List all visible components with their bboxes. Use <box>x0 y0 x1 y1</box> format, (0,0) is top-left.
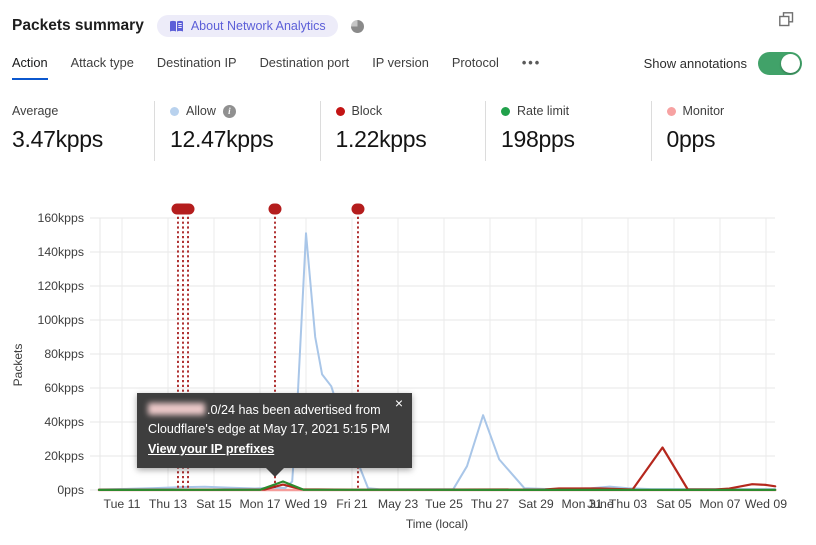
chart-canvas[interactable]: 160kpps 140kpps 120kpps 100kpps 80kpps 60kpps… <box>0 190 816 545</box>
y-axis-title: Packets <box>11 344 25 387</box>
tooltip-text-line2: Cloudflare's edge at May 17, 2021 5:15 P… <box>148 422 390 436</box>
about-link-label: About Network Analytics <box>190 19 326 33</box>
stat-value: 198pps <box>501 126 575 152</box>
x-tick-label: Sat 05 <box>656 497 692 511</box>
stat-label: Block <box>351 104 383 118</box>
x-month-label: June <box>587 497 614 511</box>
stat-value: 1.22kpps <box>335 126 427 152</box>
y-tick-label: 100kpps <box>38 313 85 327</box>
stat-value: 0pps <box>666 126 716 152</box>
legend-dot <box>170 106 180 116</box>
x-tick-label: Tue 25 <box>425 497 463 511</box>
tab-destination-ip[interactable]: Destination IP <box>157 55 237 78</box>
show-annotations-toggle[interactable] <box>758 52 802 75</box>
tabs-more-button[interactable]: ••• <box>522 55 541 78</box>
x-tick-label: Wed 09 <box>745 497 787 511</box>
x-tick-label: Thu 03 <box>609 497 647 511</box>
stat-label: Average <box>12 104 59 118</box>
book-icon <box>169 20 183 31</box>
x-tick-label: Thu 13 <box>149 497 187 511</box>
tab-destination-port[interactable]: Destination port <box>260 55 350 78</box>
annotation-tooltip: × .0/24 has been advertised from Cloudfl… <box>137 393 412 477</box>
annotation-marker[interactable] <box>268 203 282 215</box>
page-title: Packets summary <box>12 17 144 34</box>
stat-monitor: Monitor 0pps <box>650 101 816 161</box>
tooltip-text-line1: .0/24 has been advertised from <box>148 401 401 420</box>
y-tick-label: 80kpps <box>44 347 84 361</box>
legend-dot <box>501 106 511 116</box>
stat-block: Block 1.22kpps <box>319 101 486 161</box>
stat-value: 12.47kpps <box>170 126 274 152</box>
tooltip-caret <box>265 467 285 477</box>
x-tick-label: Sat 29 <box>518 497 554 511</box>
x-axis-title: Time (local) <box>406 517 468 531</box>
stat-label: Allow <box>186 104 216 118</box>
x-tick-label: Wed 19 <box>285 497 327 511</box>
tabs-row: Action Attack type Destination IP Destinati… <box>0 40 816 87</box>
info-icon[interactable]: i <box>222 104 236 118</box>
stat-label: Monitor <box>682 104 725 118</box>
tab-action[interactable]: Action <box>12 55 48 80</box>
window-restore-icon[interactable] <box>779 12 794 27</box>
annotation-marker[interactable] <box>351 203 365 215</box>
stat-allow: Allow i 12.47kpps <box>154 101 320 161</box>
tab-protocol[interactable]: Protocol <box>452 55 499 78</box>
y-tick-label: 120kpps <box>38 279 85 293</box>
stats-row: Average 3.47kpps Allow i 12.47kpps Block 1.22k… <box>0 101 816 161</box>
stat-value: 3.47kpps <box>12 126 103 152</box>
show-annotations-control: Show annotations <box>644 52 802 75</box>
chart-area: 160kpps 140kpps 120kpps 100kpps 80kpps 60kpps… <box>0 190 816 545</box>
stat-average: Average 3.47kpps <box>12 101 154 161</box>
annotation-marker[interactable] <box>171 203 195 215</box>
y-tick-label: 40kpps <box>44 415 84 429</box>
page-header: Packets summary About Network Analytics <box>0 0 816 40</box>
x-tick-label: Fri 21 <box>336 497 368 511</box>
view-ip-prefixes-link[interactable]: View your IP prefixes <box>148 440 274 459</box>
toggle-knob <box>781 54 800 73</box>
stat-label: Rate limit <box>517 104 570 118</box>
x-tick-label: Thu 27 <box>471 497 509 511</box>
y-tick-label: 160kpps <box>38 211 85 225</box>
show-annotations-label: Show annotations <box>643 56 747 71</box>
usage-meter-icon <box>350 19 364 33</box>
x-tick-label: Tue 11 <box>104 497 141 511</box>
x-tick-label: Mon 07 <box>699 497 740 511</box>
legend-dot <box>335 106 345 116</box>
tab-attack-type[interactable]: Attack type <box>71 55 134 78</box>
y-tick-label: 140kpps <box>38 245 85 259</box>
x-tick-label: May 23 <box>378 497 418 511</box>
x-tick-label: Sat 15 <box>196 497 232 511</box>
y-tick-label: 60kpps <box>44 381 84 395</box>
about-network-analytics-link[interactable]: About Network Analytics <box>156 15 338 37</box>
redacted-ip-prefix <box>148 403 205 415</box>
y-tick-label: 20kpps <box>44 449 84 463</box>
stat-rate-limit: Rate limit 198pps <box>485 101 651 161</box>
tooltip-close-icon[interactable]: × <box>395 396 403 410</box>
tab-ip-version[interactable]: IP version <box>372 55 429 78</box>
x-tick-label: Mon 17 <box>239 497 280 511</box>
y-tick-label: 0pps <box>57 483 84 497</box>
legend-dot <box>666 106 676 116</box>
